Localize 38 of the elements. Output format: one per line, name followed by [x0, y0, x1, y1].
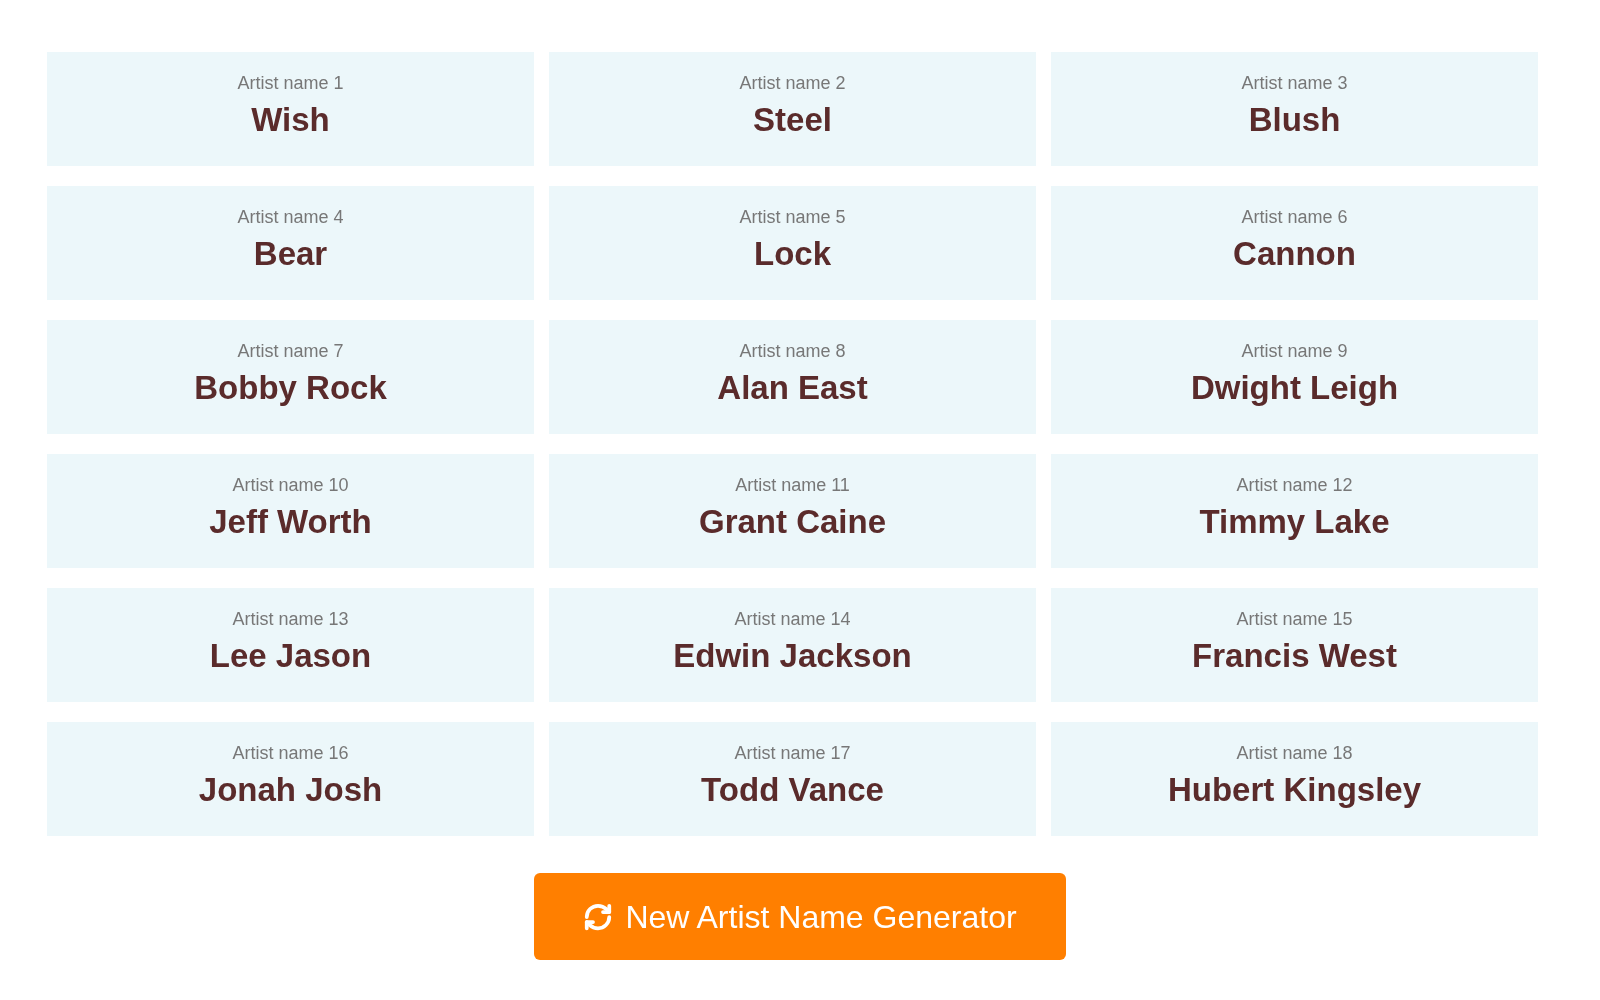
artist-name: Blush	[1248, 100, 1341, 140]
artist-name: Francis West	[1192, 636, 1397, 676]
card-label: Artist name 9	[1241, 340, 1348, 362]
artist-name: Timmy Lake	[1199, 502, 1390, 542]
card-label: Artist name 14	[734, 608, 851, 630]
artist-name: Alan East	[717, 368, 868, 408]
card-label: Artist name 16	[232, 742, 349, 764]
artist-name: Lock	[754, 234, 831, 274]
artist-name: Lee Jason	[209, 636, 372, 676]
card-label: Artist name 10	[232, 474, 349, 496]
card-label: Artist name 5	[739, 206, 846, 228]
card-label: Artist name 8	[739, 340, 846, 362]
card-label: Artist name 6	[1241, 206, 1348, 228]
artist-name: Hubert Kingsley	[1167, 770, 1421, 810]
card-label: Artist name 3	[1241, 72, 1348, 94]
card-label: Artist name 7	[237, 340, 344, 362]
card-label: Artist name 4	[237, 206, 344, 228]
card-label: Artist name 1	[237, 72, 344, 94]
artist-name: Bobby Rock	[194, 368, 387, 408]
card-label: Artist name 15	[1236, 608, 1353, 630]
card-label: Artist name 17	[734, 742, 851, 764]
artist-name: Edwin Jackson	[673, 636, 912, 676]
card-label: Artist name 18	[1236, 742, 1353, 764]
artist-name: Jonah Josh	[198, 770, 383, 810]
artist-name: Wish	[251, 100, 330, 140]
generate-button[interactable]: New Artist Name Generator	[534, 873, 1066, 960]
artist-name: Grant Caine	[698, 502, 886, 542]
artist-name: Dwight Leigh	[1190, 368, 1399, 408]
card-label: Artist name 12	[1236, 474, 1353, 496]
artist-name: Steel	[753, 100, 832, 140]
refresh-icon	[583, 901, 614, 932]
artist-name: Cannon	[1233, 234, 1356, 274]
artist-name: Todd Vance	[701, 770, 884, 810]
card-label: Artist name 2	[739, 72, 846, 94]
card-label: Artist name 11	[735, 474, 850, 496]
card-label: Artist name 13	[232, 608, 349, 630]
artist-name: Bear	[253, 234, 328, 274]
artist-name: Jeff Worth	[209, 502, 372, 542]
